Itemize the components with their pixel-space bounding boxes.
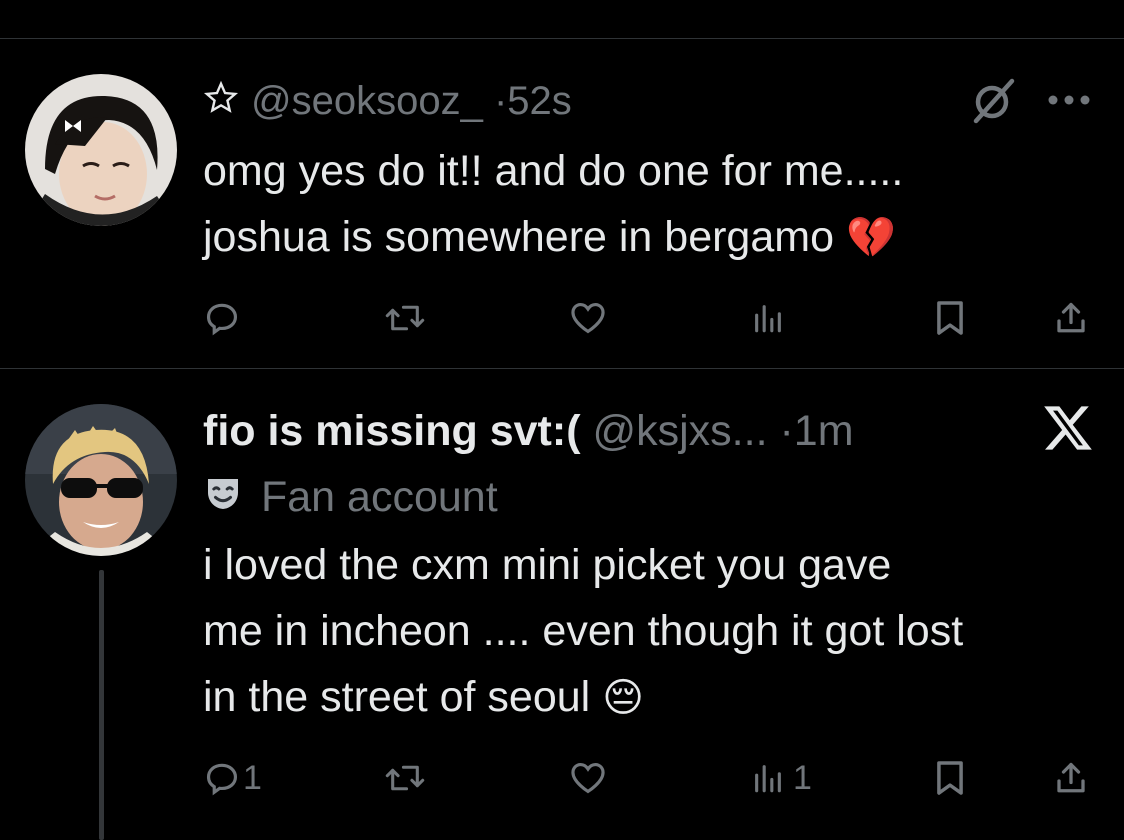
broken-heart-emoji: 💔 [845, 216, 896, 260]
reply-button[interactable]: 1 [203, 756, 262, 800]
tweet-text-line: joshua is somewhere in bergamo 💔 [203, 204, 903, 271]
tweet-text-line-content: joshua is somewhere in bergamo [203, 213, 834, 261]
analytics-icon [751, 761, 785, 795]
avatar[interactable] [25, 74, 177, 226]
action-bar [203, 296, 1093, 340]
heart-icon [568, 759, 608, 797]
tweet-text-line: in the street of seoul 😔 [203, 664, 963, 731]
action-bar: 1 1 [203, 756, 1093, 800]
bookmark-button[interactable] [933, 296, 967, 340]
timestamp[interactable]: 52s [507, 79, 572, 123]
tweet-header: fio is missing svt:( @ksjxs... ·1m [203, 404, 854, 458]
pensive-face-emoji: 😔 [602, 676, 644, 720]
retweet-icon [385, 759, 425, 797]
display-name[interactable]: fio is missing svt:( [203, 407, 581, 455]
masks-icon [203, 473, 243, 527]
tweet-text-line: omg yes do it!! and do one for me..... [203, 147, 904, 195]
tweet-text: omg yes do it!! and do one for me..... j… [203, 138, 903, 271]
like-button[interactable] [568, 296, 610, 340]
retweet-icon [385, 299, 425, 337]
retweet-button[interactable] [385, 756, 427, 800]
grok-icon[interactable] [968, 76, 1018, 131]
tweet-text-line: i loved the cxm mini picket you gave [203, 541, 892, 589]
share-icon [1053, 759, 1089, 797]
star-outline-icon [203, 78, 239, 128]
analytics-icon [751, 301, 785, 335]
like-button[interactable] [568, 756, 610, 800]
fan-account-text: Fan account [261, 473, 498, 521]
bookmark-button[interactable] [933, 756, 967, 800]
heart-icon [568, 299, 608, 337]
views-button[interactable]: 1 [751, 756, 812, 800]
more-options-icon[interactable] [1044, 88, 1094, 117]
views-button[interactable] [751, 296, 787, 340]
x-logo-icon[interactable] [1042, 404, 1094, 457]
bookmark-icon [933, 299, 967, 337]
reply-icon [203, 299, 241, 337]
share-button[interactable] [1053, 296, 1089, 340]
tweet-divider [0, 368, 1124, 369]
share-icon [1053, 299, 1089, 337]
timestamp[interactable]: 1m [794, 407, 854, 455]
separator-dot: · [493, 79, 508, 123]
fan-account-label: Fan account [203, 470, 498, 524]
user-handle[interactable]: @ksjxs... [592, 407, 767, 455]
tweet-header: @seoksooz_ ·52s [203, 76, 572, 126]
bookmark-icon [933, 759, 967, 797]
thread-line [99, 570, 104, 840]
retweet-button[interactable] [385, 296, 427, 340]
top-divider [0, 38, 1124, 39]
tweet-text-line-content: in the street of seoul [203, 673, 591, 721]
share-button[interactable] [1053, 756, 1089, 800]
reply-button[interactable] [203, 296, 243, 340]
views-count: 1 [793, 758, 812, 797]
user-handle[interactable]: @seoksooz_ [251, 79, 483, 123]
reply-count: 1 [243, 758, 262, 797]
separator-dot: · [779, 407, 794, 455]
tweet-text: i loved the cxm mini picket you gave me … [203, 532, 963, 731]
tweet-text-line: me in incheon .... even though it got lo… [203, 607, 964, 655]
reply-icon [203, 759, 241, 797]
avatar[interactable] [25, 404, 177, 556]
